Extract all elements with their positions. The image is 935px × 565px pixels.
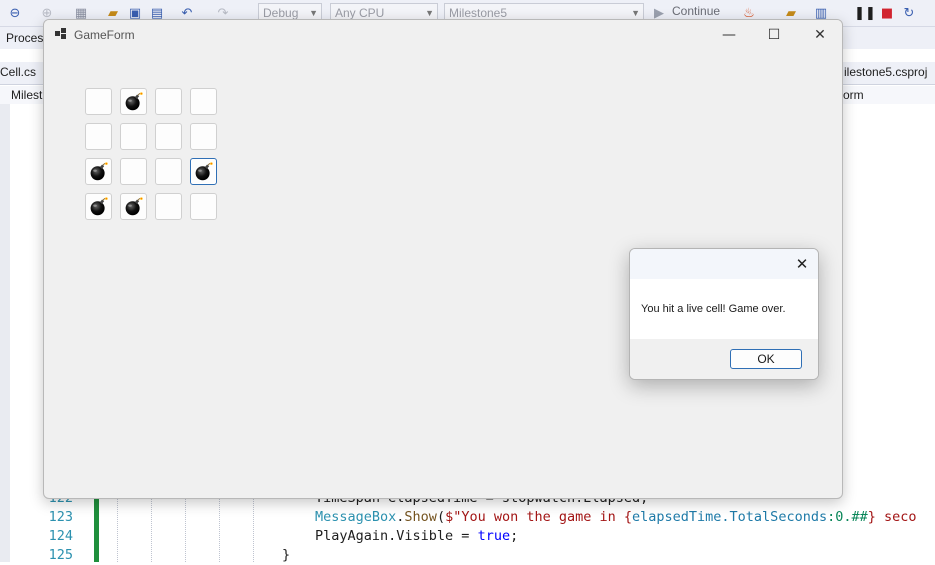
grid-cell[interactable] <box>190 123 217 150</box>
grid-cell[interactable] <box>85 88 112 115</box>
close-button[interactable]: ✕ <box>786 249 818 279</box>
indent-guide <box>253 495 254 562</box>
gameform-titlebar[interactable]: GameForm — ☐ ✕ <box>44 20 842 50</box>
message-box-body: You hit a live cell! Game over. <box>630 279 818 339</box>
code-text: PlayAgain.Visible = <box>315 528 478 544</box>
code-keyword: true <box>477 528 511 544</box>
code-method: Show <box>404 509 437 525</box>
restart-icon[interactable]: ↻ <box>900 4 918 22</box>
code-interpolation: elapsedTime.TotalSeconds <box>632 509 828 525</box>
stop-icon[interactable]: ■ <box>878 4 896 22</box>
grid-cell[interactable] <box>85 193 112 220</box>
project-nav-dropdown[interactable]: Milest <box>11 88 42 102</box>
indent-guide <box>185 495 186 562</box>
grid-cell[interactable] <box>120 123 147 150</box>
pause-icon[interactable]: ❚❚ <box>854 4 876 22</box>
grid-cell[interactable] <box>190 193 217 220</box>
bomb-icon <box>195 162 213 181</box>
grid-cell[interactable] <box>155 158 182 185</box>
member-nav-dropdown[interactable]: orm <box>843 88 864 102</box>
code-text: ; <box>510 528 519 544</box>
grid-cell[interactable] <box>155 193 182 220</box>
bomb-icon <box>90 197 108 216</box>
form-icon <box>55 28 66 39</box>
close-button[interactable]: ✕ <box>798 23 842 47</box>
grid-cell[interactable] <box>190 88 217 115</box>
code-line: MessageBox.Show($"You won the game in {e… <box>315 509 917 525</box>
tab-cell-cs[interactable]: Cell.cs <box>0 65 36 79</box>
grid-cell[interactable] <box>155 88 182 115</box>
message-text: You hit a live cell! Game over. <box>641 303 786 315</box>
minimize-button[interactable]: — <box>707 23 751 47</box>
code-string: } seco <box>867 509 917 525</box>
line-number: 123 <box>48 509 73 525</box>
indent-guide <box>117 495 118 562</box>
grid-cell[interactable] <box>120 88 147 115</box>
line-number: 125 <box>48 547 73 563</box>
message-box-titlebar[interactable]: ✕ <box>630 249 818 279</box>
grid-cell[interactable] <box>155 123 182 150</box>
code-line: PlayAgain.Visible = true; <box>315 527 518 546</box>
message-box-footer: OK <box>630 339 818 379</box>
back-icon[interactable]: ⊖ <box>6 4 24 22</box>
code-format: :0.## <box>827 509 868 525</box>
grid-cell[interactable] <box>120 158 147 185</box>
bomb-icon <box>125 197 143 216</box>
window-title: GameForm <box>74 28 135 42</box>
ok-button[interactable]: OK <box>730 349 802 369</box>
indent-guide <box>219 495 220 562</box>
bomb-icon <box>125 92 143 111</box>
bomb-icon <box>90 162 108 181</box>
grid-cell[interactable] <box>85 158 112 185</box>
code-string: $"You won the game in { <box>445 509 633 525</box>
change-indicator <box>94 495 99 562</box>
message-box: ✕ You hit a live cell! Game over. OK <box>629 248 819 380</box>
process-label: Proces <box>6 31 44 45</box>
code-class: MessageBox <box>315 509 397 525</box>
grid-cell[interactable] <box>120 193 147 220</box>
maximize-button[interactable]: ☐ <box>752 23 796 47</box>
indent-guide <box>151 495 152 562</box>
platform-value: Any CPU <box>335 6 385 20</box>
editor-margin <box>0 104 10 562</box>
code-line: } <box>282 547 291 563</box>
configuration-value: Debug <box>263 6 299 20</box>
line-number: 124 <box>48 528 73 544</box>
tab-csproj[interactable]: ilestone5.csproj <box>844 65 927 79</box>
startup-project-value: Milestone5 <box>449 6 508 20</box>
continue-button[interactable]: Continue <box>672 4 720 18</box>
grid-cell[interactable] <box>85 123 112 150</box>
grid-cell[interactable] <box>190 158 217 185</box>
